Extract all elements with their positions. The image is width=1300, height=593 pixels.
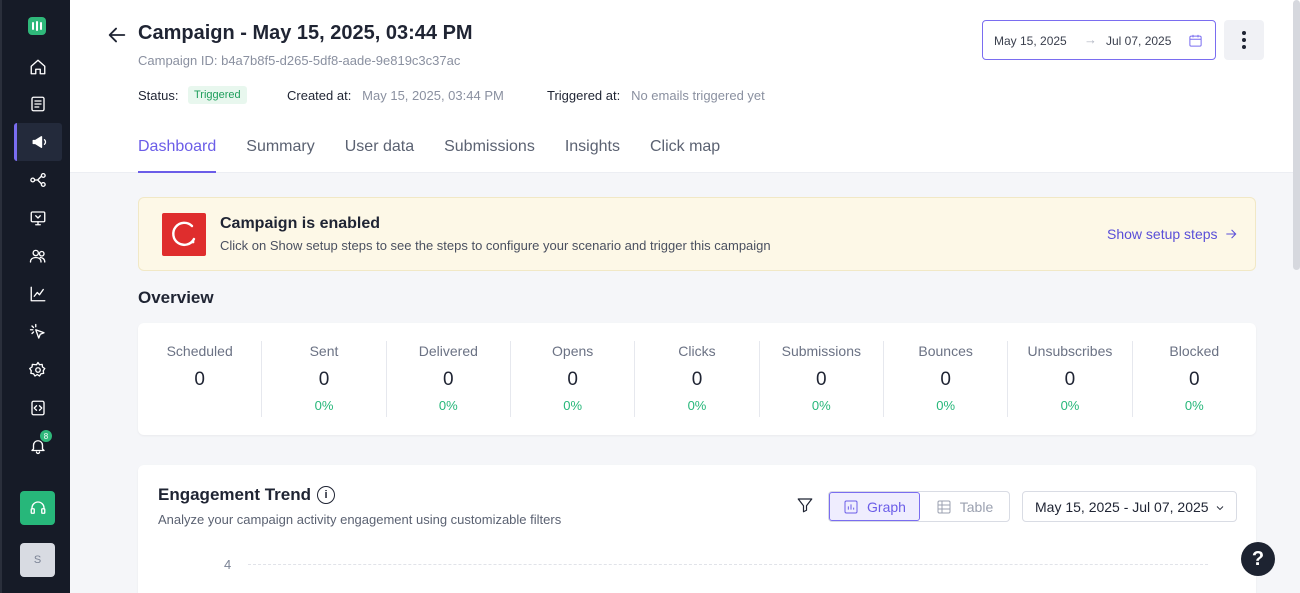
banner-title: Campaign is enabled: [220, 215, 381, 232]
tab-submissions[interactable]: Submissions: [444, 137, 535, 173]
landing-pages-icon[interactable]: [14, 199, 62, 237]
calendar-icon: [1188, 33, 1203, 48]
arrow-right-icon: [1225, 229, 1236, 239]
page-header: Campaign - May 15, 2025, 03:44 PM Campai…: [70, 0, 1300, 173]
chart-gridline: [248, 564, 1208, 565]
date-range-picker[interactable]: May 15, 2025 → Jul 07, 2025: [982, 20, 1216, 60]
stat-blocked: Blocked 0 0%: [1169, 343, 1220, 413]
home-icon[interactable]: [14, 48, 62, 86]
click-tracking-icon[interactable]: [14, 313, 62, 351]
sidebar: 8 S: [0, 0, 70, 593]
status-badge: Triggered: [188, 86, 247, 104]
support-button[interactable]: [20, 491, 55, 525]
view-toggle: Graph Table: [828, 491, 1010, 522]
engagement-description: Analyze your campaign activity engagemen…: [158, 512, 562, 527]
users-icon[interactable]: [14, 237, 62, 275]
table-icon: [937, 500, 951, 513]
stat-delivered: Delivered 0 0%: [387, 341, 511, 417]
overview-stats: Scheduled 0 Sent 0 0% Delivered 0 0% Ope…: [138, 323, 1256, 435]
settings-icon[interactable]: [14, 351, 62, 389]
stat-scheduled: Scheduled 0: [138, 341, 263, 417]
tab-click-map[interactable]: Click map: [650, 137, 720, 173]
notifications-bell-icon[interactable]: 8: [14, 427, 62, 465]
date-from: May 15, 2025: [994, 34, 1067, 48]
stat-clicks: Clicks 0 0%: [635, 341, 760, 417]
overview-title: Overview: [138, 288, 214, 307]
templates-icon[interactable]: [14, 85, 62, 123]
help-button[interactable]: ?: [1241, 542, 1275, 576]
engagement-trend-card: Engagement Trend i Analyze your campaign…: [138, 465, 1256, 593]
headset-icon: [30, 501, 45, 514]
integrations-icon[interactable]: [14, 389, 62, 427]
app-logo[interactable]: [28, 17, 46, 35]
campaign-status-icon: [162, 213, 206, 256]
bar-chart-icon: [844, 500, 858, 513]
status-label: Status:: [138, 88, 179, 103]
stat-bounces: Bounces 0 0%: [884, 341, 1009, 417]
created-at: Created at: May 15, 2025, 03:44 PM: [287, 88, 504, 103]
y-axis-tick: 4: [224, 557, 232, 572]
table-view-button[interactable]: Table: [920, 492, 1009, 521]
page-title: Campaign - May 15, 2025, 03:44 PM: [138, 22, 473, 44]
scrollbar[interactable]: [1293, 0, 1300, 270]
stat-submissions: Submissions 0 0%: [760, 341, 884, 417]
tab-summary[interactable]: Summary: [246, 137, 314, 173]
stat-unsubscribes: Unsubscribes 0 0%: [1008, 341, 1133, 417]
campaign-id: Campaign ID: b4a7b8f5-d265-5df8-aade-9e8…: [138, 53, 461, 68]
range-arrow: →: [1084, 32, 1097, 47]
more-options-button[interactable]: [1224, 20, 1264, 60]
chevron-down-icon: [1214, 501, 1226, 513]
show-setup-steps-link[interactable]: Show setup steps: [1107, 226, 1238, 242]
analytics-icon[interactable]: [14, 275, 62, 313]
filter-icon[interactable]: [796, 496, 814, 514]
date-to: Jul 07, 2025: [1106, 34, 1172, 48]
engagement-title: Engagement Trend i: [158, 485, 336, 505]
triggered-at: Triggered at: No emails triggered yet: [547, 88, 765, 103]
engagement-date-range-select[interactable]: May 15, 2025 - Jul 07, 2025: [1022, 491, 1237, 522]
back-arrow-icon[interactable]: [106, 24, 128, 46]
more-vertical-icon: [1242, 30, 1246, 51]
tab-bar: Dashboard Summary User data Submissions …: [138, 137, 750, 173]
tab-user-data[interactable]: User data: [345, 137, 414, 173]
tab-insights[interactable]: Insights: [565, 137, 620, 173]
info-icon[interactable]: i: [317, 486, 336, 504]
graph-view-button[interactable]: Graph: [829, 492, 920, 521]
user-avatar[interactable]: S: [20, 543, 55, 577]
stat-sent: Sent 0 0%: [262, 341, 387, 417]
banner-description: Click on Show setup steps to see the ste…: [220, 238, 771, 253]
campaigns-icon[interactable]: [14, 123, 62, 161]
notification-count-badge: 8: [39, 429, 53, 443]
stat-opens: Opens 0 0%: [511, 341, 636, 417]
tab-dashboard[interactable]: Dashboard: [138, 137, 217, 173]
campaign-enabled-banner: Campaign is enabled Click on Show setup …: [138, 197, 1256, 271]
workflow-icon[interactable]: [14, 161, 62, 199]
